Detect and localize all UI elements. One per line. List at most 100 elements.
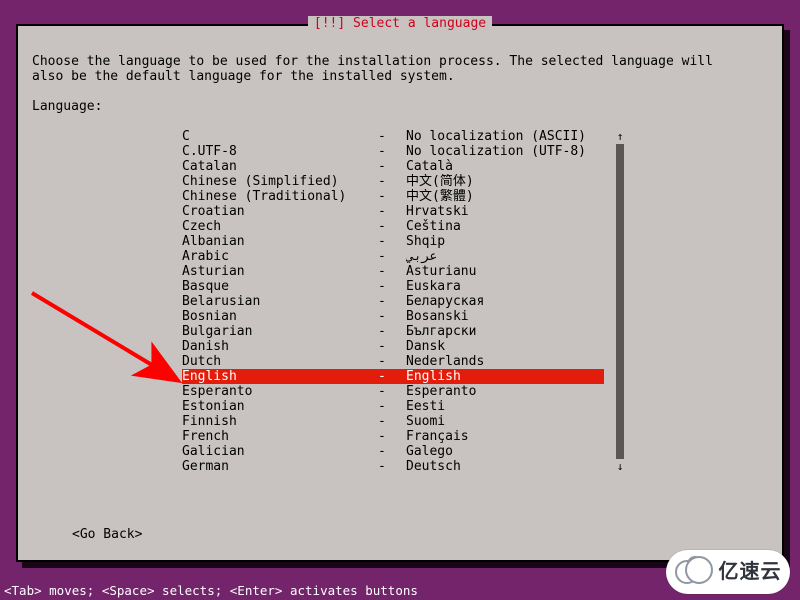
scroll-track[interactable] <box>616 144 624 459</box>
scrollbar[interactable]: ↑ ↓ <box>616 129 624 474</box>
language-name: Chinese (Traditional) <box>182 189 378 204</box>
language-name: Finnish <box>182 414 378 429</box>
row-separator: - <box>378 339 406 354</box>
language-row[interactable]: Belarusian-Беларуская <box>182 294 604 309</box>
language-native: English <box>406 369 604 384</box>
language-row[interactable]: Chinese (Traditional)-中文(繁體) <box>182 189 604 204</box>
language-name: C.UTF-8 <box>182 144 378 159</box>
language-native: Français <box>406 429 604 444</box>
language-row[interactable]: Bulgarian-Български <box>182 324 604 339</box>
row-separator: - <box>378 444 406 459</box>
language-row[interactable]: C.UTF-8-No localization (UTF-8) <box>182 144 604 159</box>
language-native: Esperanto <box>406 384 604 399</box>
language-name: French <box>182 429 378 444</box>
row-separator: - <box>378 459 406 474</box>
language-native: Nederlands <box>406 354 604 369</box>
watermark-text: 亿速云 <box>719 565 782 580</box>
language-row[interactable]: Danish-Dansk <box>182 339 604 354</box>
language-row[interactable]: Finnish-Suomi <box>182 414 604 429</box>
language-native: Asturianu <box>406 264 604 279</box>
row-separator: - <box>378 414 406 429</box>
scroll-up-icon[interactable]: ↑ <box>616 129 624 144</box>
language-native: Shqip <box>406 234 604 249</box>
row-separator: - <box>378 129 406 144</box>
language-name: C <box>182 129 378 144</box>
row-separator: - <box>378 324 406 339</box>
scroll-down-icon[interactable]: ↓ <box>616 459 624 474</box>
language-list-wrap: C-No localization (ASCII)C.UTF-8-No loca… <box>182 129 624 474</box>
row-separator: - <box>378 219 406 234</box>
language-native: عربي <box>406 249 604 264</box>
language-row[interactable]: Chinese (Simplified)-中文(简体) <box>182 174 604 189</box>
row-separator: - <box>378 399 406 414</box>
dialog-body: Choose the language to be used for the i… <box>18 26 782 486</box>
language-row[interactable]: Albanian-Shqip <box>182 234 604 249</box>
row-separator: - <box>378 144 406 159</box>
language-list[interactable]: C-No localization (ASCII)C.UTF-8-No loca… <box>182 129 604 474</box>
row-separator: - <box>378 264 406 279</box>
row-separator: - <box>378 429 406 444</box>
language-name: Galician <box>182 444 378 459</box>
language-row[interactable]: Catalan-Català <box>182 159 604 174</box>
language-row[interactable]: Esperanto-Esperanto <box>182 384 604 399</box>
language-native: Galego <box>406 444 604 459</box>
language-name: Bulgarian <box>182 324 378 339</box>
language-row[interactable]: Croatian-Hrvatski <box>182 204 604 219</box>
language-name: Czech <box>182 219 378 234</box>
language-row[interactable]: C-No localization (ASCII) <box>182 129 604 144</box>
language-row[interactable]: Czech-Čeština <box>182 219 604 234</box>
language-name: Bosnian <box>182 309 378 324</box>
language-name: Albanian <box>182 234 378 249</box>
language-name: German <box>182 459 378 474</box>
language-native: Deutsch <box>406 459 604 474</box>
row-separator: - <box>378 189 406 204</box>
language-row[interactable]: German-Deutsch <box>182 459 604 474</box>
language-label: Language: <box>32 99 768 114</box>
go-back-button[interactable]: <Go Back> <box>72 527 142 542</box>
language-row[interactable]: French-Français <box>182 429 604 444</box>
language-row[interactable]: Galician-Galego <box>182 444 604 459</box>
language-native: Eesti <box>406 399 604 414</box>
watermark-logo: 亿速云 <box>666 550 790 594</box>
row-separator: - <box>378 309 406 324</box>
language-native: Català <box>406 159 604 174</box>
row-separator: - <box>378 249 406 264</box>
row-separator: - <box>378 234 406 249</box>
language-native: Suomi <box>406 414 604 429</box>
language-native: 中文(繁體) <box>406 189 604 204</box>
language-name: Esperanto <box>182 384 378 399</box>
language-row[interactable]: Basque-Euskara <box>182 279 604 294</box>
language-name: Dutch <box>182 354 378 369</box>
language-row[interactable]: Dutch-Nederlands <box>182 354 604 369</box>
language-native: Беларуская <box>406 294 604 309</box>
row-separator: - <box>378 174 406 189</box>
row-separator: - <box>378 354 406 369</box>
language-native: Hrvatski <box>406 204 604 219</box>
language-row[interactable]: English-English <box>182 369 604 384</box>
language-row[interactable]: Arabic-عربي <box>182 249 604 264</box>
language-row[interactable]: Bosnian-Bosanski <box>182 309 604 324</box>
row-separator: - <box>378 279 406 294</box>
language-native: No localization (UTF-8) <box>406 144 604 159</box>
language-name: Basque <box>182 279 378 294</box>
installer-screen: [!!] Select a language Choose the langua… <box>0 0 800 600</box>
row-separator: - <box>378 369 406 384</box>
language-native: Čeština <box>406 219 604 234</box>
language-name: Belarusian <box>182 294 378 309</box>
language-native: No localization (ASCII) <box>406 129 604 144</box>
language-name: Catalan <box>182 159 378 174</box>
language-name: Croatian <box>182 204 378 219</box>
language-dialog: [!!] Select a language Choose the langua… <box>16 24 784 562</box>
language-native: Български <box>406 324 604 339</box>
language-native: 中文(简体) <box>406 174 604 189</box>
instructions-text: Choose the language to be used for the i… <box>32 54 768 84</box>
language-row[interactable]: Estonian-Eesti <box>182 399 604 414</box>
language-native: Euskara <box>406 279 604 294</box>
language-name: Asturian <box>182 264 378 279</box>
language-row[interactable]: Asturian-Asturianu <box>182 264 604 279</box>
language-name: Danish <box>182 339 378 354</box>
language-name: Arabic <box>182 249 378 264</box>
language-native: Dansk <box>406 339 604 354</box>
language-name: English <box>182 369 378 384</box>
language-name: Estonian <box>182 399 378 414</box>
